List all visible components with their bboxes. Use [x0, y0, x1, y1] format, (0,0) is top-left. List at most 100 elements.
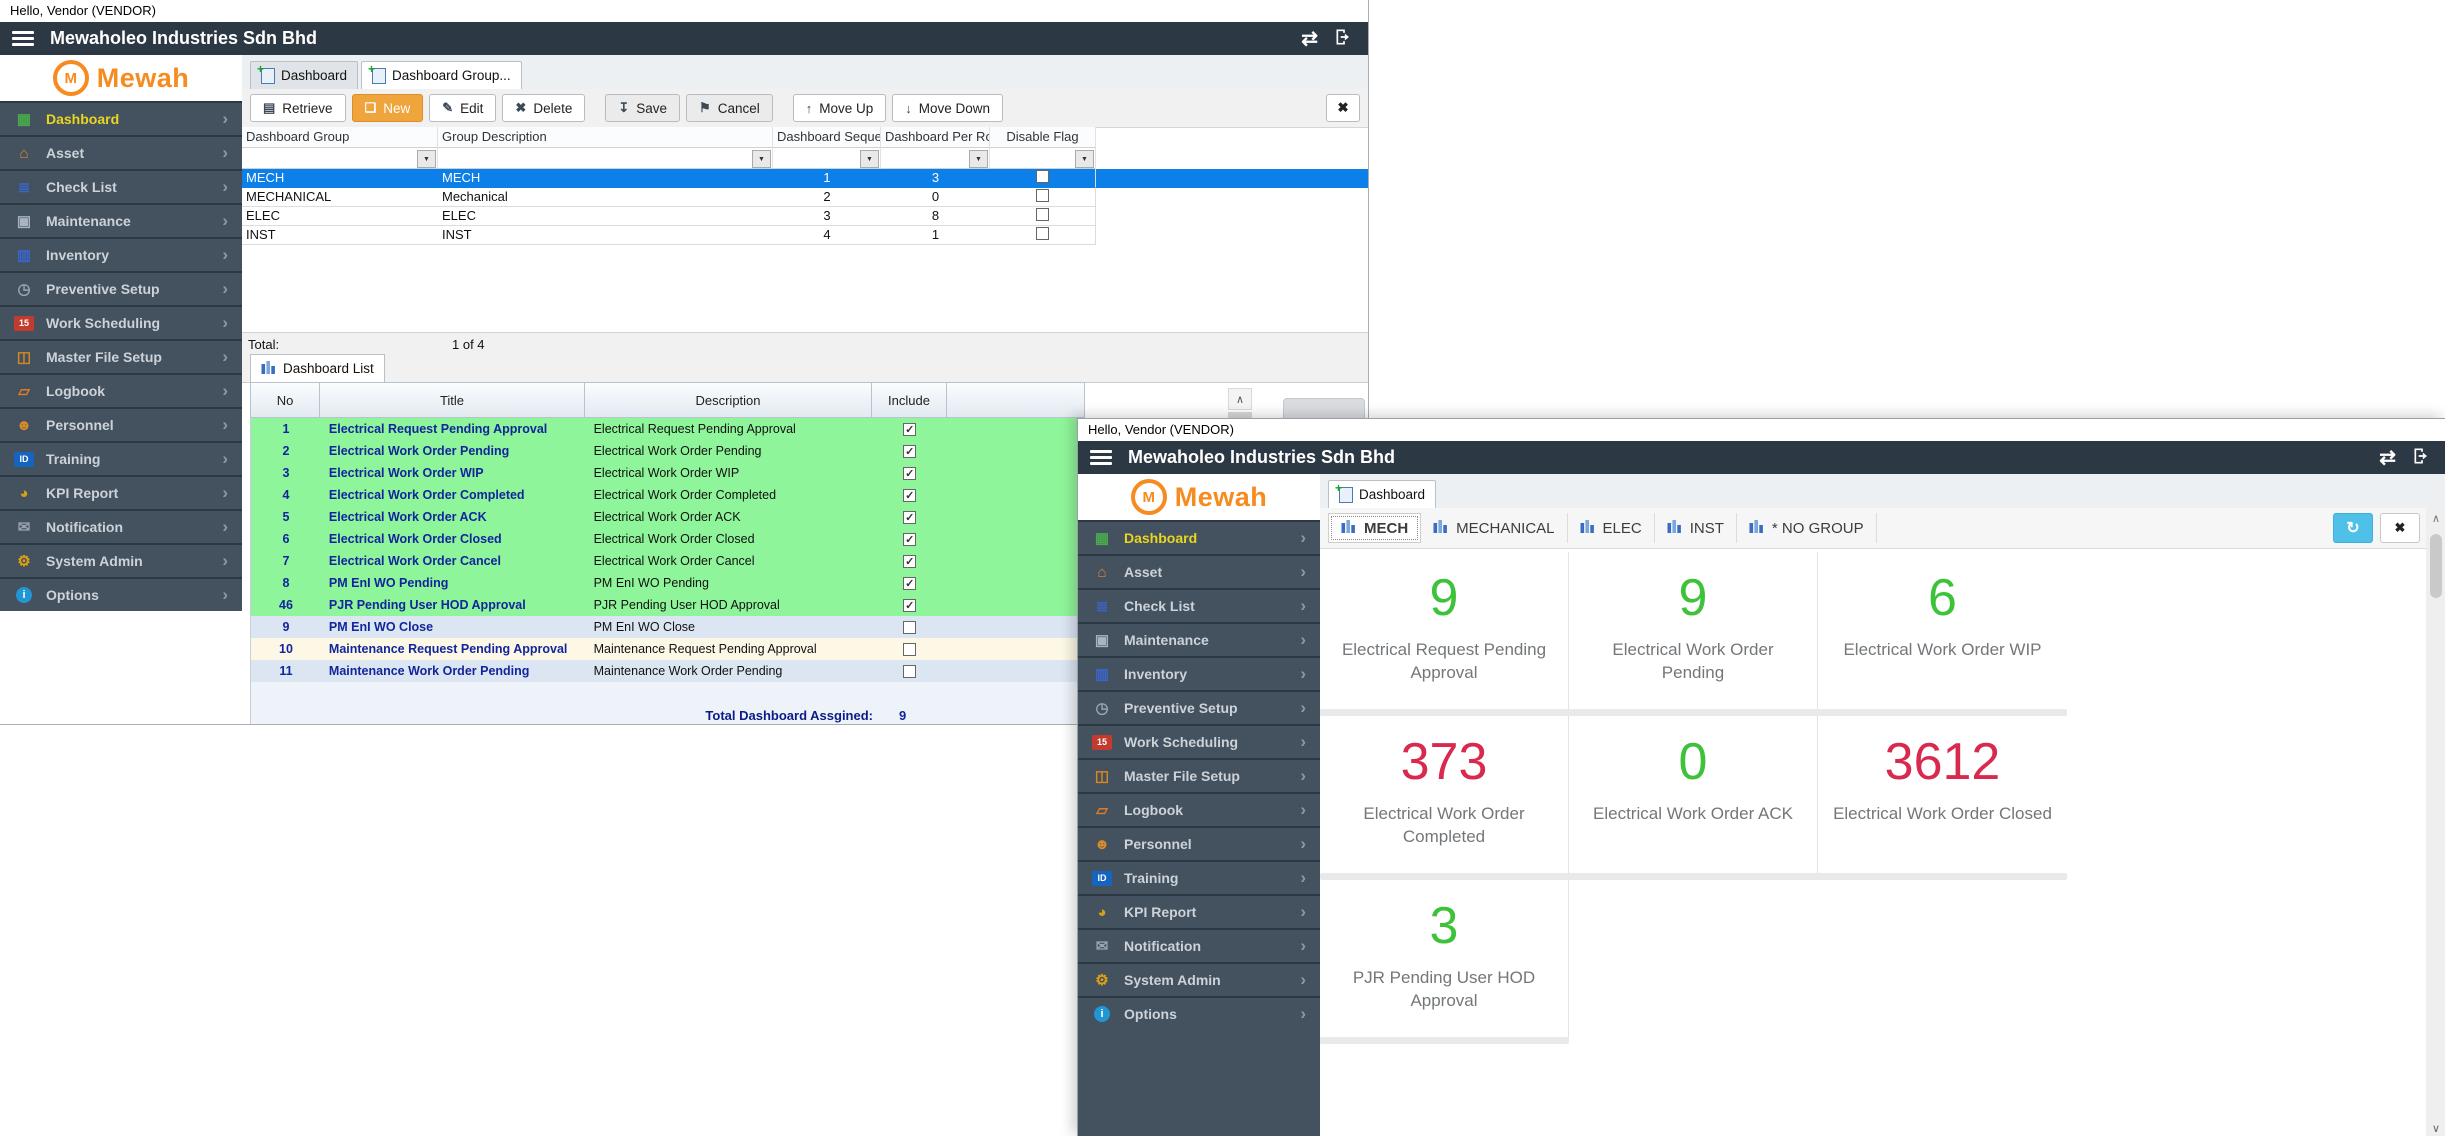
sidebar-item-check-list[interactable]: ≣Check List›	[0, 169, 242, 203]
kpi-card-electrical-request-pending-approval[interactable]: 9Electrical Request Pending Approval	[1320, 552, 1569, 709]
hamburger-menu-icon[interactable]	[1090, 450, 1112, 465]
sidebar-item-training[interactable]: IDTraining›	[1078, 860, 1320, 894]
tab-dashboard[interactable]: Dashboard	[1328, 480, 1436, 508]
logout-icon[interactable]	[2412, 446, 2432, 470]
sidebar-item-notification[interactable]: ✉Notification›	[1078, 928, 1320, 962]
group-tab-elec[interactable]: ELEC	[1568, 513, 1655, 543]
kpi-card-electrical-work-order-completed[interactable]: 373Electrical Work Order Completed	[1320, 716, 1569, 873]
sidebar-item-master-file-setup[interactable]: ◫Master File Setup›	[1078, 758, 1320, 792]
dashboard-list-row[interactable]: 5Electrical Work Order ACKElectrical Wor…	[250, 506, 1086, 528]
filter-dropdown-button[interactable]: ▼	[860, 150, 879, 168]
tab-dashboard-list[interactable]: Dashboard List	[250, 354, 385, 382]
filter-dropdown-button[interactable]: ▼	[417, 150, 436, 168]
include-checkbox[interactable]	[903, 643, 916, 656]
include-checkbox[interactable]	[903, 423, 916, 436]
sidebar-item-dashboard[interactable]: ▦Dashboard›	[0, 101, 242, 135]
sidebar-item-dashboard[interactable]: ▦Dashboard›	[1078, 520, 1320, 554]
filter-dropdown-button[interactable]: ▼	[969, 150, 988, 168]
filter-dropdown-button[interactable]: ▼	[752, 150, 771, 168]
scroll-up-button[interactable]: ∧	[2426, 508, 2445, 528]
kpi-card-electrical-work-order-wip[interactable]: 6Electrical Work Order WIP	[1818, 552, 2067, 709]
include-checkbox[interactable]	[903, 445, 916, 458]
delete-button[interactable]: ✖Delete	[502, 94, 585, 122]
retrieve-button[interactable]: ▤Retrieve	[250, 94, 346, 122]
dashboard-list-row[interactable]: 7Electrical Work Order CancelElectrical …	[250, 550, 1086, 572]
sidebar-item-logbook[interactable]: ▱Logbook›	[0, 373, 242, 407]
logout-icon[interactable]	[1334, 27, 1354, 51]
group-tab-mech[interactable]: MECH	[1328, 513, 1421, 543]
cancel-button[interactable]: ⚑Cancel	[686, 94, 773, 122]
disable-flag-checkbox[interactable]	[1036, 170, 1049, 183]
sidebar-item-personnel[interactable]: ☻Personnel›	[1078, 826, 1320, 860]
group-tab-inst[interactable]: INST	[1655, 513, 1737, 543]
dashboard-list-row[interactable]: 10Maintenance Request Pending ApprovalMa…	[250, 638, 1086, 660]
include-checkbox[interactable]	[903, 665, 916, 678]
sidebar-item-notification[interactable]: ✉Notification›	[0, 509, 242, 543]
sidebar-item-logbook[interactable]: ▱Logbook›	[1078, 792, 1320, 826]
sidebar-item-kpi-report[interactable]: ◕KPI Report›	[1078, 894, 1320, 928]
new-button[interactable]: ❏New	[352, 94, 424, 122]
kpi-card-pjr-pending-user-hod-approval[interactable]: 3PJR Pending User HOD Approval	[1320, 880, 1569, 1037]
close-panel-button[interactable]: ✖	[2380, 513, 2420, 543]
sidebar-item-personnel[interactable]: ☻Personnel›	[0, 407, 242, 441]
sidebar-item-inventory[interactable]: ▥Inventory›	[1078, 656, 1320, 690]
include-checkbox[interactable]	[903, 577, 916, 590]
sidebar-item-work-scheduling[interactable]: 15Work Scheduling›	[1078, 724, 1320, 758]
tab-dashboard-group[interactable]: Dashboard Group...	[361, 61, 522, 89]
dashboard-list-row[interactable]: 6Electrical Work Order ClosedElectrical …	[250, 528, 1086, 550]
hamburger-menu-icon[interactable]	[12, 31, 34, 46]
dashboard-list-row[interactable]: 3Electrical Work Order WIPElectrical Wor…	[250, 462, 1086, 484]
dashboard-list-row[interactable]: 1Electrical Request Pending ApprovalElec…	[250, 418, 1086, 440]
move-down-button[interactable]: ↓Move Down	[892, 94, 1003, 122]
disable-flag-checkbox[interactable]	[1036, 208, 1049, 221]
sidebar-item-maintenance[interactable]: ▣Maintenance›	[1078, 622, 1320, 656]
sidebar-item-options[interactable]: iOptions›	[1078, 996, 1320, 1030]
sidebar-item-inventory[interactable]: ▥Inventory›	[0, 237, 242, 271]
sidebar-item-asset[interactable]: ⌂Asset›	[0, 135, 242, 169]
dashboard-list-row[interactable]: 8PM EnI WO PendingPM EnI WO Pending	[250, 572, 1086, 594]
sidebar-item-check-list[interactable]: ≣Check List›	[1078, 588, 1320, 622]
sidebar-item-master-file-setup[interactable]: ◫Master File Setup›	[0, 339, 242, 373]
group-row-inst[interactable]: INSTINST41	[242, 226, 1096, 245]
close-panel-button[interactable]: ✖	[1326, 94, 1360, 122]
include-checkbox[interactable]	[903, 555, 916, 568]
filter-dropdown-button[interactable]: ▼	[1075, 150, 1094, 168]
dashboard-list-row[interactable]: 4Electrical Work Order CompletedElectric…	[250, 484, 1086, 506]
dashboard-list-row[interactable]: 2Electrical Work Order PendingElectrical…	[250, 440, 1086, 462]
disable-flag-checkbox[interactable]	[1036, 189, 1049, 202]
sidebar-item-preventive-setup[interactable]: ◷Preventive Setup›	[1078, 690, 1320, 724]
sidebar-item-options[interactable]: iOptions›	[0, 577, 242, 611]
edit-button[interactable]: ✎Edit	[429, 94, 496, 122]
include-checkbox[interactable]	[903, 467, 916, 480]
disable-flag-checkbox[interactable]	[1036, 227, 1049, 240]
sidebar-item-training[interactable]: IDTraining›	[0, 441, 242, 475]
group-row-mechanical[interactable]: MECHANICALMechanical20	[242, 188, 1096, 207]
sidebar-item-work-scheduling[interactable]: 15Work Scheduling›	[0, 305, 242, 339]
group-tab-no-group[interactable]: * NO GROUP	[1737, 513, 1877, 543]
include-checkbox[interactable]	[903, 621, 916, 634]
group-tab-mechanical[interactable]: MECHANICAL	[1421, 513, 1567, 543]
sidebar-item-system-admin[interactable]: ⚙System Admin›	[1078, 962, 1320, 996]
sidebar-item-maintenance[interactable]: ▣Maintenance›	[0, 203, 242, 237]
save-button[interactable]: ↧Save	[605, 94, 680, 122]
include-checkbox[interactable]	[903, 489, 916, 502]
tab-dashboard[interactable]: Dashboard	[250, 61, 358, 89]
dashboard-list-row[interactable]: 9PM EnI WO ClosePM EnI WO Close	[250, 616, 1086, 638]
move-up-button[interactable]: ↑Move Up	[793, 94, 887, 122]
kpi-card-electrical-work-order-ack[interactable]: 0Electrical Work Order ACK	[1569, 716, 1818, 873]
refresh-button[interactable]: ↻	[2333, 513, 2373, 543]
dashboard-list-row[interactable]: 11Maintenance Work Order PendingMaintena…	[250, 660, 1086, 682]
sync-icon[interactable]: ⇄	[1301, 29, 1318, 49]
kpi-card-electrical-work-order-pending[interactable]: 9Electrical Work Order Pending	[1569, 552, 1818, 709]
sidebar-item-asset[interactable]: ⌂Asset›	[1078, 554, 1320, 588]
sync-icon[interactable]: ⇄	[2379, 448, 2396, 468]
include-checkbox[interactable]	[903, 599, 916, 612]
sidebar-item-kpi-report[interactable]: ◕KPI Report›	[0, 475, 242, 509]
group-row-elec[interactable]: ELECELEC38	[242, 207, 1096, 226]
scroll-down-button[interactable]: ∨	[2426, 1122, 2445, 1135]
kpi-card-electrical-work-order-closed[interactable]: 3612Electrical Work Order Closed	[1818, 716, 2067, 873]
include-checkbox[interactable]	[903, 533, 916, 546]
include-checkbox[interactable]	[903, 511, 916, 524]
scrollbar-thumb[interactable]	[2430, 534, 2442, 598]
sidebar-item-preventive-setup[interactable]: ◷Preventive Setup›	[0, 271, 242, 305]
